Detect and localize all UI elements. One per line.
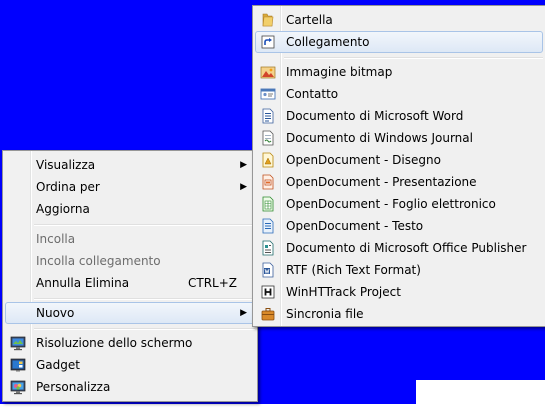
bitmap-icon: [260, 66, 276, 79]
submenu-item-cartella[interactable]: Cartella: [255, 9, 543, 31]
submenu-item-odg-disegno[interactable]: OpenDocument - Disegno: [255, 149, 543, 171]
submenu-item-documento-word[interactable]: Documento di Microsoft Word: [255, 105, 543, 127]
menu-item-label: Visualizza: [36, 158, 96, 172]
menu-item-label: Incolla collegamento: [36, 254, 161, 268]
display-icon: [10, 336, 26, 351]
menu-separator: [34, 224, 255, 226]
gadget-icon: [10, 358, 26, 372]
submenu-arrow-icon: ▶: [240, 182, 247, 192]
odt-text-icon: [262, 218, 274, 234]
desktop-white-area-bottom: [0, 404, 545, 416]
menu-item-label: Contatto: [286, 87, 339, 101]
menu-item-label: RTF (Rich Text Format): [286, 263, 421, 277]
contact-icon: [260, 88, 276, 100]
briefcase-icon: [261, 308, 275, 321]
menu-item-label: Documento di Microsoft Office Publisher: [286, 241, 527, 255]
journal-document-icon: [262, 130, 274, 146]
menu-item-label: Annulla Elimina: [36, 276, 130, 290]
ods-spreadsheet-icon: [262, 196, 274, 212]
menu-item-label: Immagine bitmap: [286, 65, 393, 79]
submenu-arrow-icon: ▶: [240, 308, 247, 318]
desktop-context-menu: Visualizza ▶ Ordina per ▶ Aggiorna Incol…: [2, 150, 258, 402]
menu-item-label: OpenDocument - Testo: [286, 219, 424, 233]
submenu-item-collegamento[interactable]: Collegamento: [255, 31, 543, 53]
menu-item-shortcut: CTRL+Z: [187, 276, 237, 290]
menu-item-incolla-collegamento[interactable]: Incolla collegamento: [5, 250, 255, 272]
publisher-document-icon: [262, 240, 274, 256]
shortcut-icon: [261, 35, 275, 49]
menu-item-label: OpenDocument - Disegno: [286, 153, 441, 167]
submenu-item-odt-testo[interactable]: OpenDocument - Testo: [255, 215, 543, 237]
menu-separator: [34, 298, 255, 300]
menu-item-label: OpenDocument - Foglio elettronico: [286, 197, 496, 211]
odg-drawing-icon: [262, 152, 274, 168]
new-submenu: Cartella Collegamento Immagine bitmap Co…: [252, 5, 545, 327]
menu-item-nuovo[interactable]: Nuovo ▶: [5, 302, 255, 324]
menu-item-label: OpenDocument - Presentazione: [286, 175, 477, 189]
rtf-document-icon: [262, 262, 274, 278]
menu-item-label: Risoluzione dello schermo: [36, 336, 193, 350]
menu-item-annulla-elimina[interactable]: Annulla Elimina CTRL+Z: [5, 272, 255, 294]
menu-item-personalizza[interactable]: Personalizza: [5, 376, 255, 398]
submenu-item-ods-foglio[interactable]: OpenDocument - Foglio elettronico: [255, 193, 543, 215]
folder-icon: [262, 13, 274, 27]
submenu-item-sincronia-file[interactable]: Sincronia file: [255, 303, 543, 325]
menu-item-label: Documento di Microsoft Word: [286, 109, 464, 123]
menu-item-risoluzione-schermo[interactable]: Risoluzione dello schermo: [5, 332, 255, 354]
httrack-project-icon: [261, 285, 275, 299]
personalize-icon: [10, 380, 26, 395]
menu-item-aggiorna[interactable]: Aggiorna: [5, 198, 255, 220]
menu-item-ordina-per[interactable]: Ordina per ▶: [5, 176, 255, 198]
submenu-item-publisher[interactable]: Documento di Microsoft Office Publisher: [255, 237, 543, 259]
submenu-item-immagine-bitmap[interactable]: Immagine bitmap: [255, 61, 543, 83]
submenu-item-odp-presentazione[interactable]: OpenDocument - Presentazione: [255, 171, 543, 193]
menu-item-label: Personalizza: [36, 380, 111, 394]
submenu-item-rtf[interactable]: RTF (Rich Text Format): [255, 259, 543, 281]
menu-item-label: Documento di Windows Journal: [286, 131, 473, 145]
menu-item-visualizza[interactable]: Visualizza ▶: [5, 154, 255, 176]
menu-separator: [34, 328, 255, 330]
submenu-item-windows-journal[interactable]: Documento di Windows Journal: [255, 127, 543, 149]
menu-item-label: Collegamento: [286, 35, 370, 49]
menu-item-label: Sincronia file: [286, 307, 364, 321]
menu-item-incolla[interactable]: Incolla: [5, 228, 255, 250]
menu-item-label: Nuovo: [36, 306, 75, 320]
odp-presentation-icon: [262, 174, 274, 190]
menu-item-label: Incolla: [36, 232, 76, 246]
submenu-item-winhttrack[interactable]: WinHTTrack Project: [255, 281, 543, 303]
menu-separator: [284, 57, 543, 59]
menu-item-label: WinHTTrack Project: [286, 285, 401, 299]
submenu-arrow-icon: ▶: [240, 160, 247, 170]
word-document-icon: [262, 108, 274, 124]
menu-item-label: Ordina per: [36, 180, 100, 194]
menu-item-label: Gadget: [36, 358, 80, 372]
menu-item-label: Cartella: [286, 13, 333, 27]
menu-item-label: Aggiorna: [36, 202, 90, 216]
menu-item-gadget[interactable]: Gadget: [5, 354, 255, 376]
submenu-item-contatto[interactable]: Contatto: [255, 83, 543, 105]
